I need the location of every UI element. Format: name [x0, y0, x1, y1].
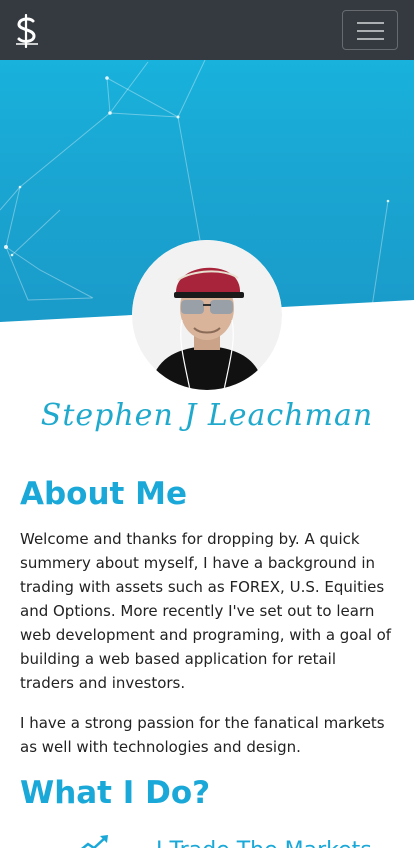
menu-toggle-button[interactable]	[342, 10, 398, 50]
about-paragraph-1: Welcome and thanks for dropping by. A qu…	[20, 530, 392, 692]
profile-photo	[132, 240, 282, 390]
navbar	[0, 0, 414, 60]
dollar-s-logo-icon[interactable]	[12, 13, 42, 49]
profile-name: Stephen J Leachman	[40, 398, 374, 433]
what-i-do-title: What I Do?	[20, 775, 211, 811]
hamburger-menu-icon	[357, 30, 384, 32]
chart-trend-up-icon	[80, 835, 108, 848]
hamburger-menu-icon	[357, 22, 384, 24]
avatar	[132, 240, 282, 390]
service-item-label: I Trade The Markets	[156, 838, 372, 848]
about-title: About Me	[20, 476, 188, 512]
about-paragraph-2: I have a strong passion for the fanatica…	[20, 714, 385, 756]
hamburger-menu-icon	[357, 38, 384, 40]
